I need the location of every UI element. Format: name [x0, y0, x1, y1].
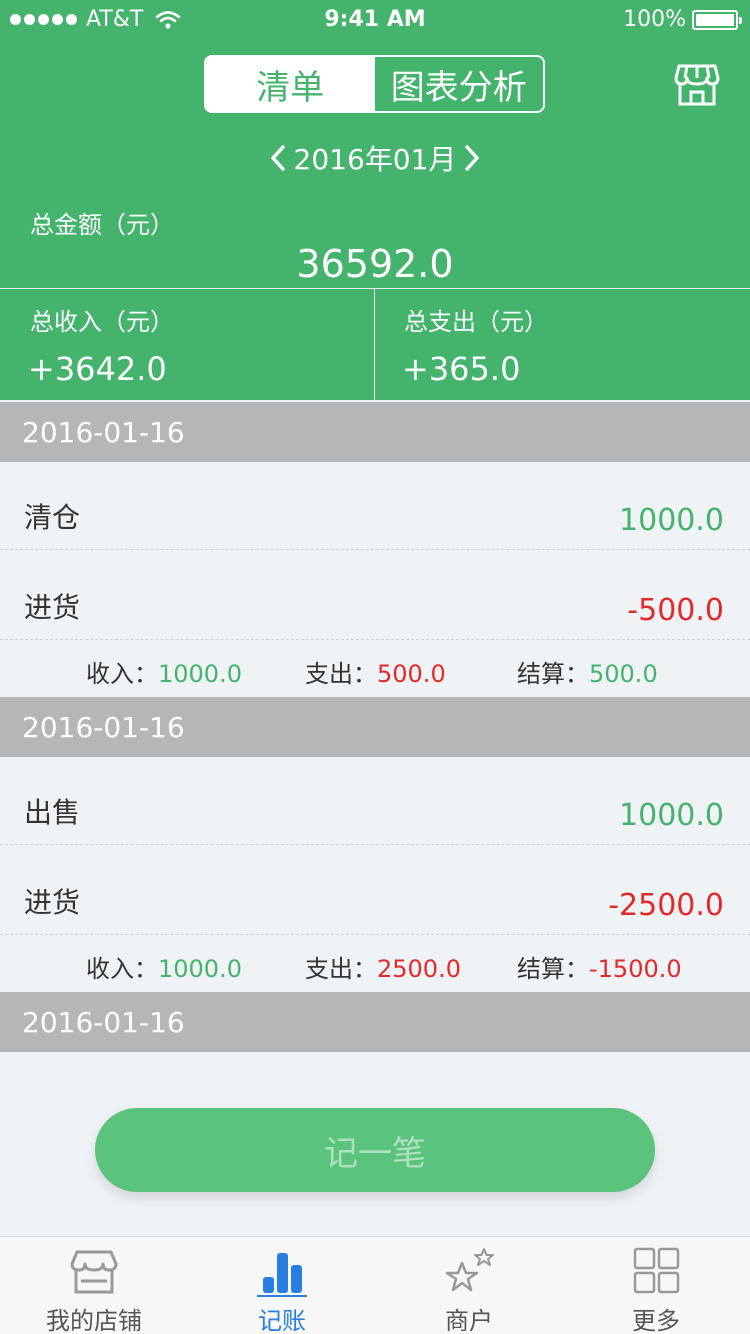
list-item[interactable]: 进货 -2500.0 — [0, 845, 750, 935]
header: AT&T 9:41 AM 100% 清单 图表分析 2016年01月 总金额（元… — [0, 0, 750, 400]
battery-area: 100% — [623, 7, 742, 32]
summary-settle-label: 结算： — [517, 955, 589, 983]
item-name: 进货 — [24, 886, 81, 919]
summary-expense-value: 2500.0 — [377, 955, 461, 983]
tab-my-store[interactable]: 我的店铺 — [0, 1237, 188, 1334]
summary-settle-value: 500.0 — [589, 660, 658, 688]
current-month: 2016年01月 — [293, 143, 457, 176]
battery-icon — [692, 9, 742, 30]
store-icon — [70, 1250, 118, 1294]
tab-label: 商户 — [445, 1307, 493, 1334]
tab-more[interactable]: 更多 — [562, 1237, 750, 1334]
stars-icon — [445, 1248, 494, 1292]
view-segmented-control: 清单 图表分析 — [204, 55, 545, 113]
summary-expense-value: 500.0 — [377, 660, 446, 688]
summary-income-value: 1000.0 — [158, 660, 242, 688]
date-header: 2016-01-16 — [0, 402, 750, 462]
list-item[interactable]: 清仓 1000.0 — [0, 460, 750, 550]
summary-income-label: 收入： — [86, 660, 158, 688]
divider — [0, 288, 750, 289]
status-bar: AT&T 9:41 AM 100% — [0, 0, 750, 40]
tab-label: 记账 — [258, 1307, 306, 1334]
total-expense-value: +365.0 — [402, 350, 521, 388]
item-name: 出售 — [24, 796, 81, 829]
group-summary: 收入：1000.0 支出：500.0 结算：500.0 — [0, 640, 750, 696]
store-icon[interactable] — [674, 62, 720, 108]
list-item[interactable]: 出售 1000.0 — [0, 755, 750, 845]
tab-label: 我的店铺 — [46, 1307, 142, 1334]
item-name: 清仓 — [24, 501, 81, 534]
chevron-right-icon[interactable] — [462, 144, 482, 172]
date-header: 2016-01-16 — [0, 992, 750, 1052]
divider — [374, 288, 375, 400]
month-navigator: 2016年01月 — [0, 138, 750, 178]
item-amount: 1000.0 — [619, 798, 724, 833]
total-amount-value: 36592.0 — [296, 242, 454, 286]
summary-settle-label: 结算： — [517, 660, 589, 688]
summary-expense-label: 支出： — [305, 955, 377, 983]
tab-chart-analysis[interactable]: 图表分析 — [375, 57, 544, 111]
tab-merchants[interactable]: 商户 — [375, 1237, 563, 1334]
item-name: 进货 — [24, 591, 81, 624]
total-expense-label: 总支出（元） — [404, 308, 548, 336]
list-item[interactable]: 进货 -500.0 — [0, 550, 750, 640]
summary-expense-label: 支出： — [305, 660, 377, 688]
date-header: 2016-01-16 — [0, 697, 750, 757]
battery-percent: 100% — [623, 7, 686, 32]
grid-icon — [633, 1247, 680, 1294]
item-amount: 1000.0 — [619, 503, 724, 538]
chevron-left-icon[interactable] — [268, 144, 288, 172]
total-amount-label: 总金额（元） — [30, 211, 174, 239]
total-income-value: +3642.0 — [28, 350, 167, 388]
add-record-button[interactable]: 记一笔 — [95, 1108, 655, 1192]
summary-income-label: 收入： — [86, 955, 158, 983]
tab-bar: 我的店铺 记账 商户 更多 — [0, 1236, 750, 1334]
item-amount: -500.0 — [627, 593, 724, 628]
tab-label: 更多 — [632, 1307, 680, 1334]
tab-bookkeeping[interactable]: 记账 — [188, 1237, 376, 1334]
tab-list[interactable]: 清单 — [206, 57, 375, 111]
item-amount: -2500.0 — [608, 888, 724, 923]
summary-income-value: 1000.0 — [158, 955, 242, 983]
total-income-label: 总收入（元） — [30, 308, 174, 336]
bar-chart-icon — [257, 1253, 307, 1297]
group-summary: 收入：1000.0 支出：2500.0 结算：-1500.0 — [0, 935, 750, 991]
summary-settle-value: -1500.0 — [589, 955, 682, 983]
